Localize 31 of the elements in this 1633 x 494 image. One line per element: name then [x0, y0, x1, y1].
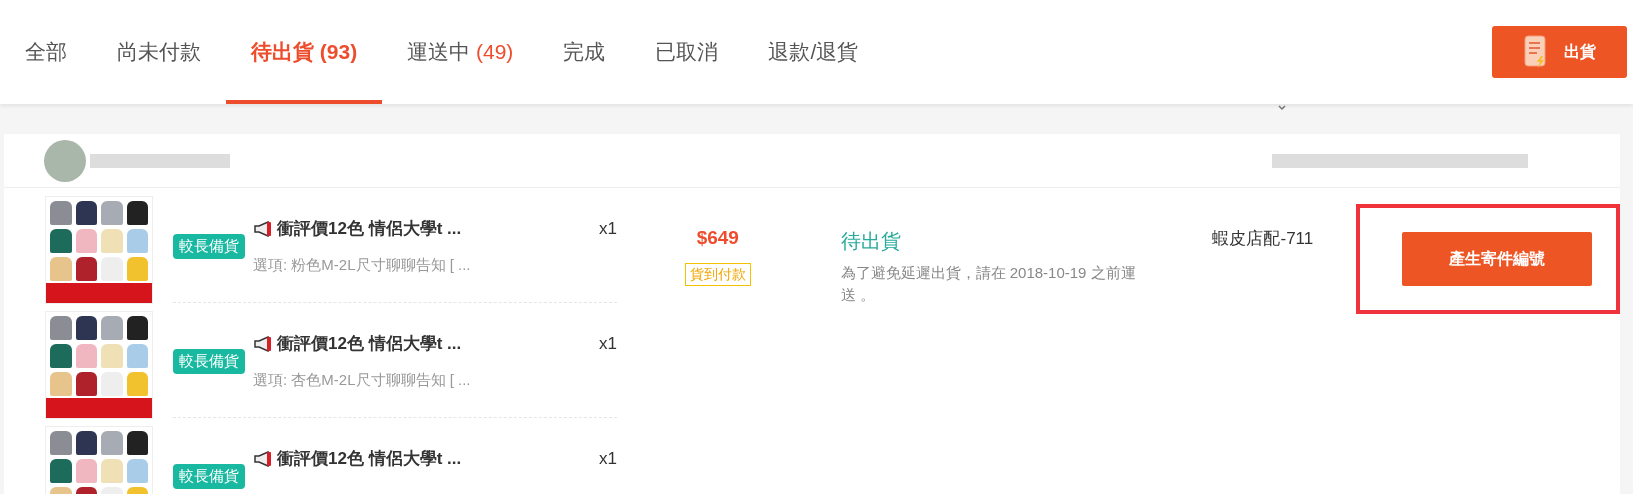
generate-tracking-button[interactable]: 產生寄件編號	[1402, 232, 1592, 286]
megaphone-icon	[253, 450, 273, 467]
stock-tag: 較長備貨	[173, 234, 245, 259]
megaphone-icon	[253, 220, 273, 237]
ship-button[interactable]: 出貨	[1492, 26, 1627, 78]
quantity: x1	[599, 448, 617, 470]
tab[interactable]: 全部	[0, 0, 92, 104]
tab[interactable]: 運送中 (49)	[382, 0, 539, 104]
tab[interactable]: 待出貨 (93)	[226, 0, 383, 104]
stock-tag: 較長備貨	[173, 349, 245, 374]
shop-avatar	[44, 139, 86, 182]
product-option: 選項: 粉色M-2L尺寸聊聊告知 [ ...	[253, 253, 471, 276]
tab[interactable]: 尚未付款	[92, 0, 226, 104]
tab[interactable]: 已取消	[630, 0, 744, 104]
stock-tag: 較長備貨	[173, 464, 245, 489]
megaphone-icon	[253, 335, 273, 352]
order-status: 待出貨	[840, 229, 902, 254]
price: $649	[696, 226, 739, 250]
tab[interactable]: 退款/退貨	[743, 0, 884, 104]
product-option: 選項: 杏色M-2L尺寸聊聊告知 [ ...	[253, 368, 471, 391]
product-title[interactable]: 衝評價12色 情侶大學t ...	[277, 331, 462, 357]
payment-tag: 貨到付款	[684, 262, 751, 286]
quantity: x1	[599, 218, 617, 240]
caret-icon[interactable]	[1276, 104, 1288, 112]
ship-deadline-note: 為了避免延遲出貨，請在 2018-10-19 之前運送 。	[840, 263, 1137, 305]
document-icon	[1523, 35, 1548, 69]
product-title[interactable]: 衝評價12色 情侶大學t ...	[277, 216, 462, 242]
quantity: x1	[599, 333, 617, 355]
logistics-method: 蝦皮店配-711	[1212, 229, 1314, 248]
product-title[interactable]: 衝評價12色 情侶大學t ...	[277, 446, 462, 472]
tab[interactable]: 完成	[538, 0, 631, 104]
